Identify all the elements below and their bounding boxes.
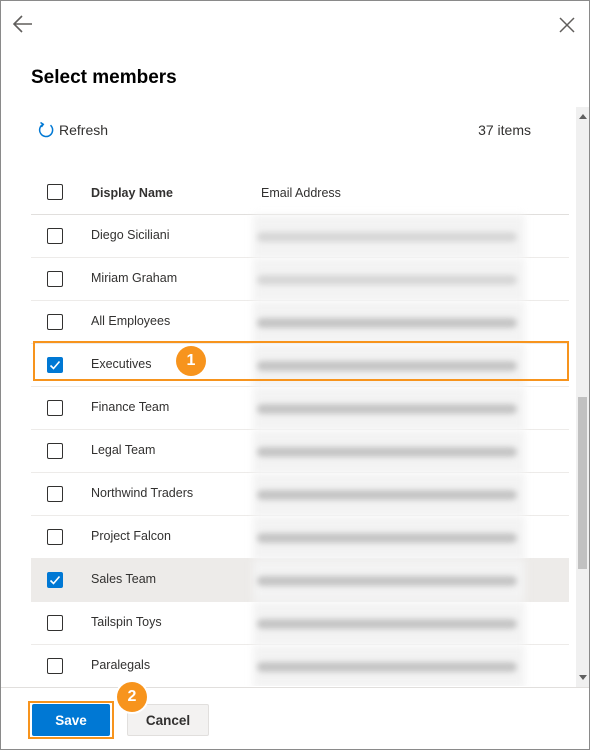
email-address-cell-redacted [257, 318, 517, 328]
row-checkbox[interactable] [47, 572, 63, 588]
display-name-cell: All Employees [91, 314, 171, 328]
table-row[interactable]: Paralegals [31, 645, 569, 686]
scroll-up-button[interactable] [576, 109, 589, 123]
select-members-panel: Select members Refresh 37 items Display … [0, 0, 590, 750]
refresh-button[interactable]: Refresh [37, 120, 108, 140]
display-name-cell: Sales Team [91, 572, 157, 586]
table-header: Display Name Email Address [31, 171, 569, 215]
row-checkbox[interactable] [47, 228, 63, 244]
table-row[interactable]: Tailspin Toys [31, 602, 569, 645]
column-header-display-name[interactable]: Display Name [91, 186, 173, 200]
refresh-icon [38, 121, 54, 138]
caret-up-icon [578, 114, 587, 119]
email-address-cell-redacted [257, 275, 517, 285]
email-address-cell-redacted [257, 490, 517, 500]
table-row[interactable]: Diego Siciliani [31, 215, 569, 258]
display-name-cell: Project Falcon [91, 529, 171, 543]
page-title: Select members [31, 67, 177, 88]
email-address-cell-redacted [257, 662, 517, 672]
row-checkbox[interactable] [47, 486, 63, 502]
caret-down-icon [578, 675, 587, 680]
row-checkbox[interactable] [47, 314, 63, 330]
row-checkbox[interactable] [47, 271, 63, 287]
close-button[interactable] [557, 15, 577, 35]
row-checkbox[interactable] [47, 615, 63, 631]
display-name-cell: Executives [91, 357, 152, 371]
refresh-label: Refresh [59, 122, 109, 138]
select-all-checkbox[interactable] [47, 184, 63, 200]
email-address-cell-redacted [257, 533, 517, 543]
scroll-thumb[interactable] [578, 397, 587, 569]
display-name-cell: Finance Team [91, 400, 170, 414]
display-name-cell: Tailspin Toys [91, 615, 162, 629]
table-row[interactable]: Northwind Traders [31, 473, 569, 516]
email-address-cell-redacted [257, 576, 517, 586]
table-row[interactable]: Miriam Graham [31, 258, 569, 301]
email-address-cell-redacted [257, 361, 517, 371]
email-address-cell-redacted [257, 404, 517, 414]
arrow-left-icon [12, 15, 32, 33]
checkmark-icon [49, 575, 61, 585]
display-name-cell: Northwind Traders [91, 486, 194, 500]
scrollbar[interactable] [576, 107, 589, 687]
table-row[interactable]: All Employees [31, 301, 569, 344]
checkmark-icon [49, 360, 61, 370]
display-name-cell: Paralegals [91, 658, 151, 672]
email-address-cell-redacted [257, 619, 517, 629]
table-row[interactable]: Executives [31, 344, 569, 387]
row-checkbox[interactable] [47, 400, 63, 416]
close-icon [559, 17, 575, 33]
column-header-email-address[interactable]: Email Address [261, 186, 341, 200]
display-name-cell: Miriam Graham [91, 271, 178, 285]
display-name-cell: Diego Siciliani [91, 228, 170, 242]
table-row[interactable]: Legal Team [31, 430, 569, 473]
table-row[interactable]: Finance Team [31, 387, 569, 430]
members-list: Display Name Email Address Diego Sicilia… [31, 171, 569, 686]
table-row[interactable]: Project Falcon [31, 516, 569, 559]
item-count: 37 items [478, 122, 531, 138]
email-address-cell-redacted [257, 447, 517, 457]
scroll-down-button[interactable] [576, 671, 589, 685]
callout-badge-1: 1 [176, 346, 206, 376]
email-address-cell-redacted [257, 232, 517, 242]
row-checkbox[interactable] [47, 443, 63, 459]
save-button[interactable]: Save [32, 704, 110, 736]
row-checkbox[interactable] [47, 529, 63, 545]
table-row[interactable]: Sales Team [31, 559, 569, 602]
row-checkbox[interactable] [47, 658, 63, 674]
display-name-cell: Legal Team [91, 443, 156, 457]
row-checkbox[interactable] [47, 357, 63, 373]
callout-badge-2: 2 [117, 682, 147, 712]
back-button[interactable] [11, 13, 35, 35]
